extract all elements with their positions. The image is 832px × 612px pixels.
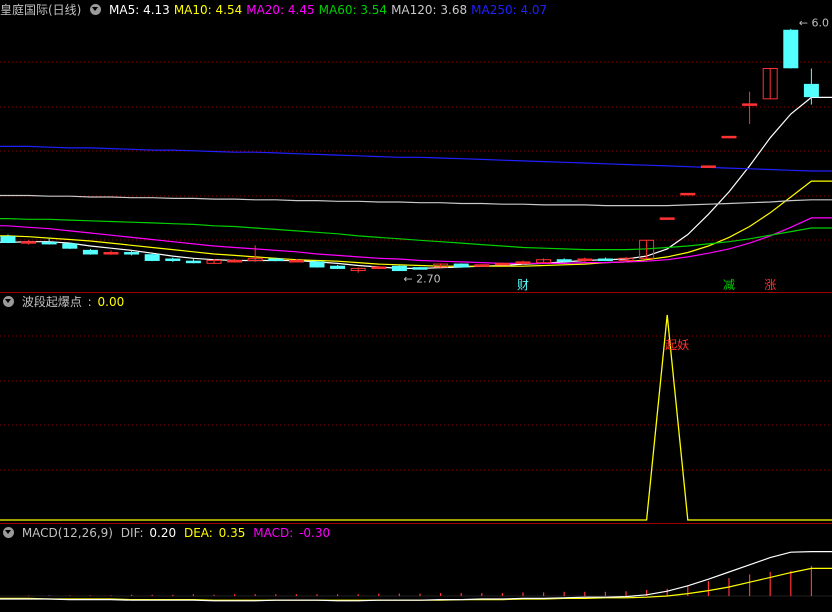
- candle-body: [165, 258, 181, 262]
- macd-dif-line: [0, 551, 832, 602]
- candle-body: [700, 165, 716, 168]
- macd-dea-line: [0, 567, 832, 601]
- event-marker: 财: [517, 278, 529, 292]
- signal-label: 起妖: [665, 338, 689, 352]
- ma-line-ma20: [0, 217, 832, 264]
- candle-body: [412, 267, 428, 270]
- candle-body: [124, 252, 140, 255]
- candle-body: [330, 265, 346, 269]
- candle-body: [268, 258, 284, 262]
- candle-body: [680, 192, 696, 196]
- ma-line-ma5: [0, 96, 832, 269]
- candle-body: [41, 241, 57, 245]
- candle-body: [288, 259, 304, 263]
- candle-body: [227, 259, 243, 263]
- candle-body: [577, 258, 593, 262]
- price-chart[interactable]: ← 2.70 ← 6.0 财 减 涨: [0, 0, 832, 292]
- candle-body: [453, 263, 469, 268]
- candle-body: [144, 254, 160, 261]
- candle-body: [103, 252, 119, 255]
- event-marker: 减: [723, 278, 735, 292]
- candle-body: [309, 261, 325, 268]
- candle-body: [494, 262, 510, 266]
- candle-body: [742, 103, 758, 106]
- indicator-chart[interactable]: 起妖: [0, 293, 832, 523]
- candle-body: [391, 265, 407, 272]
- candle-body: [783, 29, 799, 69]
- ma-line-ma120: [0, 194, 832, 207]
- candle-body: [597, 258, 613, 262]
- candle-body: [371, 266, 387, 269]
- event-marker: 涨: [764, 277, 776, 292]
- candle-body: [556, 259, 572, 262]
- high-price-label: ← 6.0: [799, 16, 829, 29]
- candle-body: [82, 249, 98, 255]
- candle-body: [185, 260, 201, 264]
- candle-body: [474, 264, 490, 267]
- candle-body: [803, 83, 819, 98]
- candle-body: [0, 236, 16, 243]
- macd-chart[interactable]: [0, 524, 832, 612]
- candle-body: [659, 217, 675, 220]
- candle-body: [515, 261, 531, 264]
- candle-body: [721, 135, 737, 139]
- low-price-label: ← 2.70: [403, 273, 440, 286]
- candle-body: [21, 241, 37, 244]
- indicator-line: [0, 314, 832, 521]
- candle-body: [62, 243, 78, 249]
